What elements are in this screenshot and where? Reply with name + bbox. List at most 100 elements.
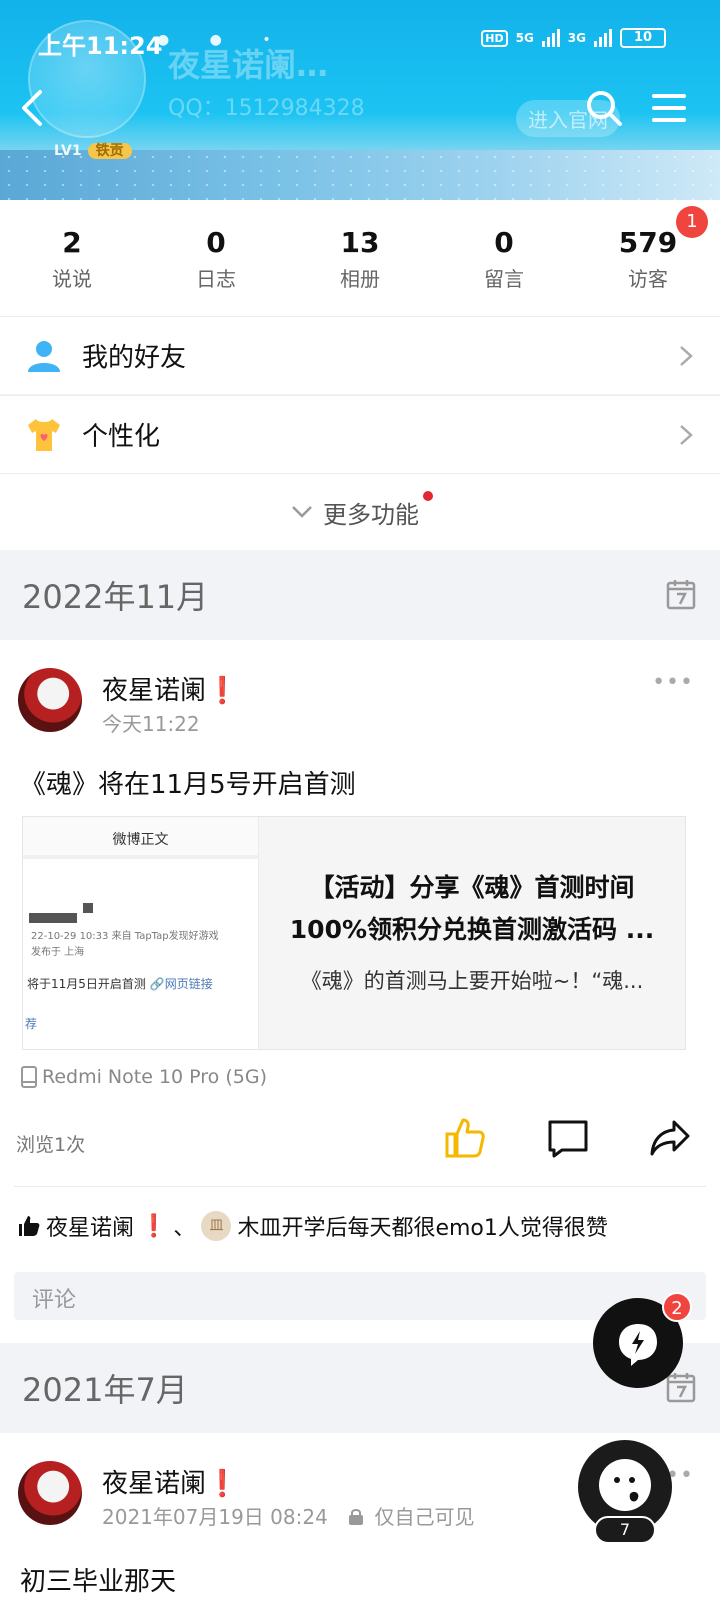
divider xyxy=(14,1186,706,1187)
thumb-blur xyxy=(29,913,77,923)
post-text: 《魂》将在11月5号开启首测 xyxy=(20,770,356,800)
more-functions-label: 更多功能 xyxy=(323,500,419,529)
visitor-badge: 1 xyxy=(676,206,708,238)
share-thumbnail: 微博正文 22-10-29 10:33 来自 TapTap发现好游戏 发布于 上… xyxy=(23,817,259,1049)
share-description: 《魂》的首测马上要开始啦~！“魂... xyxy=(300,969,644,993)
share-body: 【活动】分享《魂》首测时间 100%领积分兑换首测激活码 ... 《魂》的首测马… xyxy=(259,817,685,1049)
post-card: 夜星诺阑❗ 今天11:22 ••• 《魂》将在11月5号开启首测 微博正文 22… xyxy=(0,640,720,1343)
stat-albums[interactable]: 13 相册 xyxy=(288,200,432,316)
new-dot xyxy=(423,491,433,501)
signal-icon xyxy=(541,29,560,47)
thumb-body: 将于11月5日开启首测 🔗网页链接 xyxy=(27,977,213,991)
exclaim-icon: ❗ xyxy=(206,676,239,706)
post-time-row: 2021年07月19日 08:24 仅自己可见 xyxy=(102,1501,475,1530)
stat-label: 访客 xyxy=(628,267,668,291)
status-indicators: HD 5G 3G 10 xyxy=(481,28,666,48)
month-header: 2022年11月 xyxy=(0,550,720,640)
qzone-profile-page: 夜星诺阑… QQ：1512984328 LV1 铁贡 进入官网 上午11:24 ●… xyxy=(0,0,720,1600)
stat-num: 13 xyxy=(340,226,380,259)
menu-item-personalize[interactable]: 个性化 xyxy=(0,395,720,473)
menu-label-personalize: 个性化 xyxy=(82,422,161,452)
chevron-right-icon xyxy=(680,424,693,445)
assistant-count: 7 xyxy=(594,1516,656,1544)
shared-link-card[interactable]: 微博正文 22-10-29 10:33 来自 TapTap发现好游戏 发布于 上… xyxy=(22,816,686,1050)
exclaim-icon: ❗ xyxy=(140,1213,168,1239)
share-title-line2: 100%领积分兑换首测激活码 ... xyxy=(289,915,655,944)
device-info: Redmi Note 10 Pro (5G) xyxy=(20,1066,267,1088)
phone-icon xyxy=(21,1066,37,1088)
chevron-right-icon xyxy=(680,345,693,366)
visibility-label: 仅自己可见 xyxy=(374,1505,475,1529)
stat-num: 2 xyxy=(62,226,82,259)
more-functions-button[interactable]: 更多功能 xyxy=(0,473,720,550)
menu-label-friends: 我的好友 xyxy=(82,343,187,373)
post-avatar[interactable] xyxy=(18,1461,82,1525)
post-time: 2021年07月19日 08:24 xyxy=(102,1505,328,1529)
search-icon[interactable] xyxy=(584,86,624,130)
post-author[interactable]: 夜星诺阑❗ xyxy=(102,670,238,707)
notification-icons: ● ● • xyxy=(157,32,289,48)
status-time: 上午11:24 xyxy=(38,32,163,60)
stats-bar: 2 说说 0 日志 13 相册 0 留言 579 访客 1 xyxy=(0,200,720,316)
comment-icon[interactable] xyxy=(546,1116,590,1160)
net2-label: 3G xyxy=(567,31,586,45)
stat-num: 0 xyxy=(494,226,514,259)
calendar-icon[interactable] xyxy=(666,578,696,610)
stat-visitors[interactable]: 579 访客 1 xyxy=(576,200,720,316)
stat-label: 相册 xyxy=(340,267,380,291)
stat-label: 留言 xyxy=(484,267,524,291)
more-options-icon[interactable]: ••• xyxy=(652,670,694,695)
back-icon[interactable] xyxy=(14,86,54,130)
level-badge: LV1 铁贡 xyxy=(54,140,132,160)
stat-label: 日志 xyxy=(196,267,236,291)
chevron-down-icon xyxy=(292,506,312,518)
share-title-line1: 【活动】分享《魂》首测时间 xyxy=(309,873,635,902)
profile-qq: QQ：1512984328 xyxy=(168,96,365,121)
like-icon[interactable] xyxy=(443,1116,487,1160)
thumb-link: 网页链接 xyxy=(164,977,213,991)
liker-separator: 、 xyxy=(173,1216,196,1241)
month-label: 2022年11月 xyxy=(22,578,209,616)
share-icon[interactable] xyxy=(648,1116,692,1160)
stat-messages[interactable]: 0 留言 xyxy=(432,200,576,316)
post-author[interactable]: 夜星诺阑❗ xyxy=(102,1463,238,1500)
stat-num: 0 xyxy=(206,226,226,259)
likes-summary[interactable]: 夜星诺阑 ❗、 皿 木皿开学后每天都很emo1人觉得很赞 xyxy=(18,1210,608,1242)
friends-icon xyxy=(28,340,60,372)
stat-blogs[interactable]: 0 日志 xyxy=(144,200,288,316)
thumb-blur xyxy=(83,903,93,913)
thumb-meta: 22-10-29 10:33 来自 TapTap发现好游戏 xyxy=(31,931,219,942)
thumb-title: 微博正文 xyxy=(23,817,258,859)
thumb-tail: 荐 xyxy=(25,1017,38,1031)
liker-name: 夜星诺阑 xyxy=(46,1216,135,1241)
author-name: 夜星诺阑 xyxy=(102,676,207,706)
quick-action-badge: 2 xyxy=(662,1292,692,1322)
profile-header: 夜星诺阑… QQ：1512984328 LV1 铁贡 进入官网 上午11:24 ●… xyxy=(0,0,720,205)
view-count: 浏览1次 xyxy=(16,1134,86,1156)
author-name: 夜星诺阑 xyxy=(102,1469,207,1499)
status-bar: 上午11:24 ● ● • HD 5G 3G 10 xyxy=(0,22,720,62)
lock-icon xyxy=(349,1509,364,1525)
menu-item-friends[interactable]: 我的好友 xyxy=(0,316,720,394)
signal-icon-2 xyxy=(594,29,612,47)
stat-label: 说说 xyxy=(52,267,92,291)
device-name: Redmi Note 10 Pro (5G) xyxy=(42,1066,267,1088)
thumb-body-text: 将于11月5日开启首测 xyxy=(27,977,146,991)
post-time: 今天11:22 xyxy=(102,712,200,736)
post-avatar[interactable] xyxy=(18,668,82,732)
liker-avatar: 皿 xyxy=(201,1211,232,1241)
level-text: LV1 xyxy=(54,143,82,159)
menu-icon[interactable] xyxy=(650,88,688,128)
month-label: 2021年7月 xyxy=(22,1371,188,1409)
likes-text: 木皿开学后每天都很emo1人觉得很赞 xyxy=(237,1216,608,1241)
net1-label: 5G xyxy=(515,31,534,45)
thumbs-up-icon xyxy=(19,1216,40,1236)
hd-icon: HD xyxy=(481,29,508,47)
battery-icon: 10 xyxy=(620,28,666,48)
level-tag: 铁贡 xyxy=(87,143,132,159)
tshirt-icon xyxy=(28,418,60,451)
stat-posts[interactable]: 2 说说 xyxy=(0,200,144,316)
post-text: 初三毕业那天 xyxy=(20,1567,177,1597)
exclaim-icon: ❗ xyxy=(206,1469,239,1499)
thumb-meta: 发布于 上海 xyxy=(31,947,85,958)
